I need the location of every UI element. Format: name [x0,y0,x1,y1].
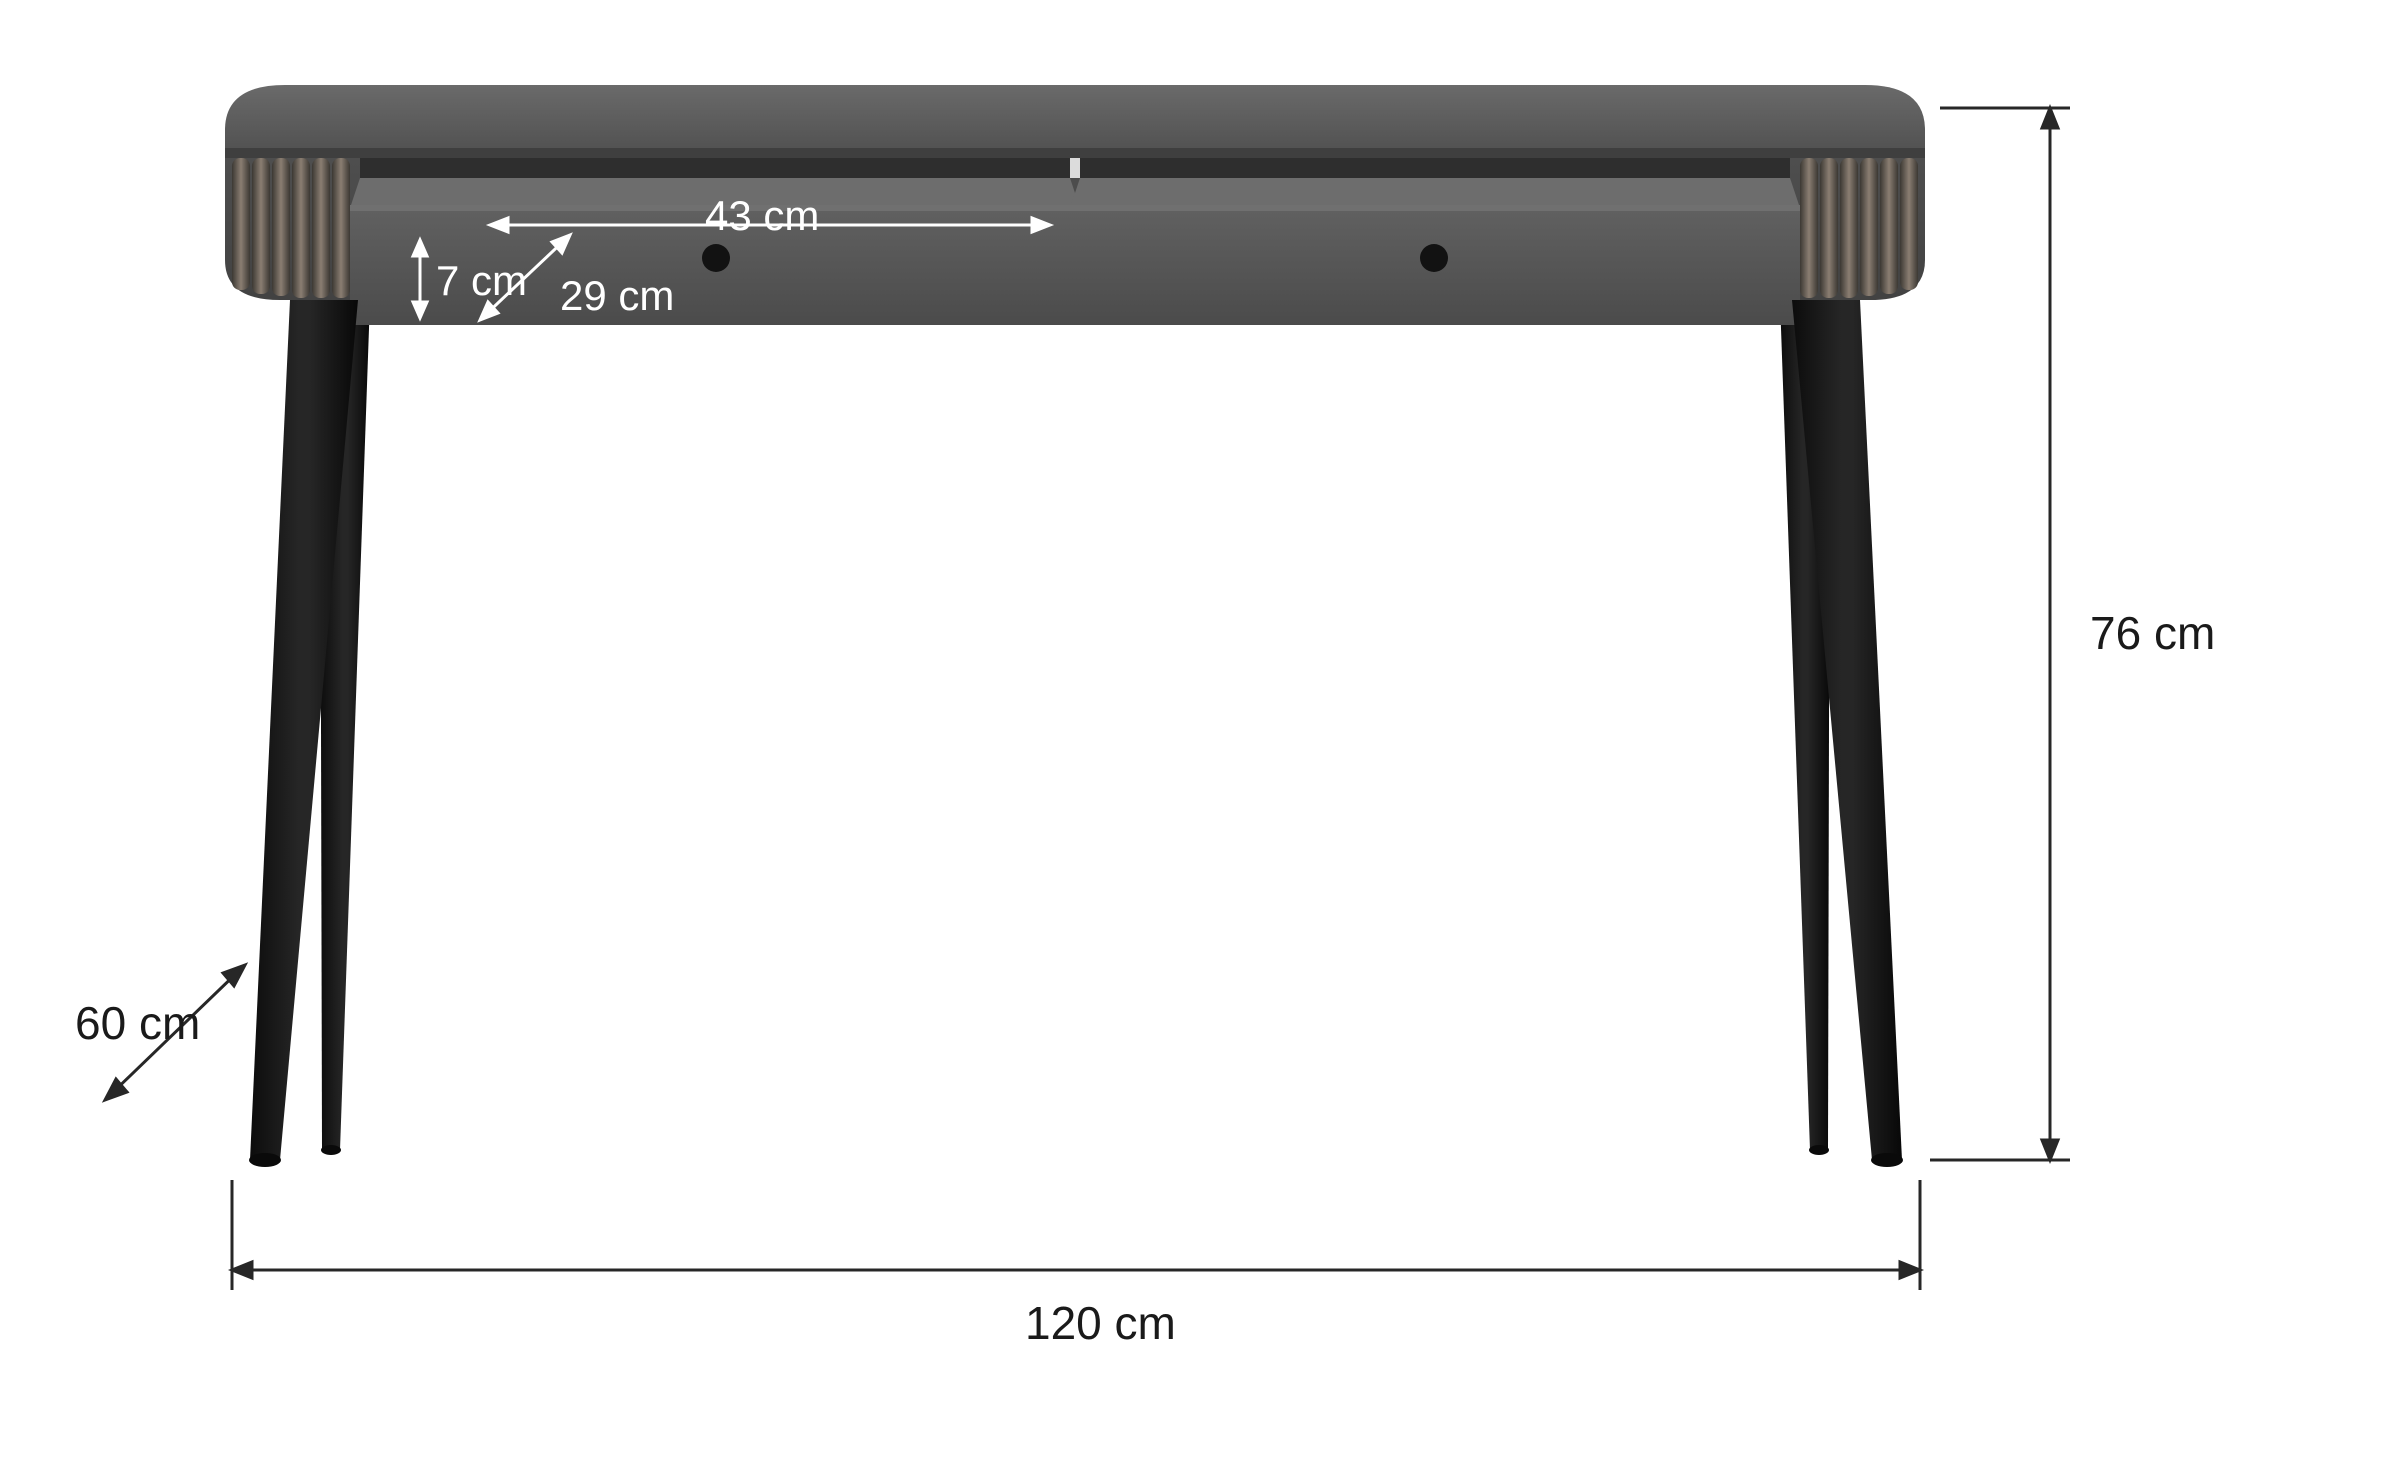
label-width: 120 cm [1025,1300,1176,1346]
dim-height [1930,108,2070,1160]
desk-illustration [0,0,2400,1477]
drawer-right [1068,178,1800,325]
drawer-divider-gap [1070,158,1080,178]
label-drawer-depth: 29 cm [560,275,674,317]
dim-width [232,1180,1920,1290]
label-depth: 60 cm [75,1000,200,1046]
drawer-knob-right [1420,244,1448,272]
label-height: 76 cm [2090,610,2215,656]
label-drawer-height: 7 cm [436,260,527,302]
label-drawer-width: 43 cm [705,195,819,237]
drawer-knob-left [702,244,730,272]
desk-tabletop [225,85,1925,158]
